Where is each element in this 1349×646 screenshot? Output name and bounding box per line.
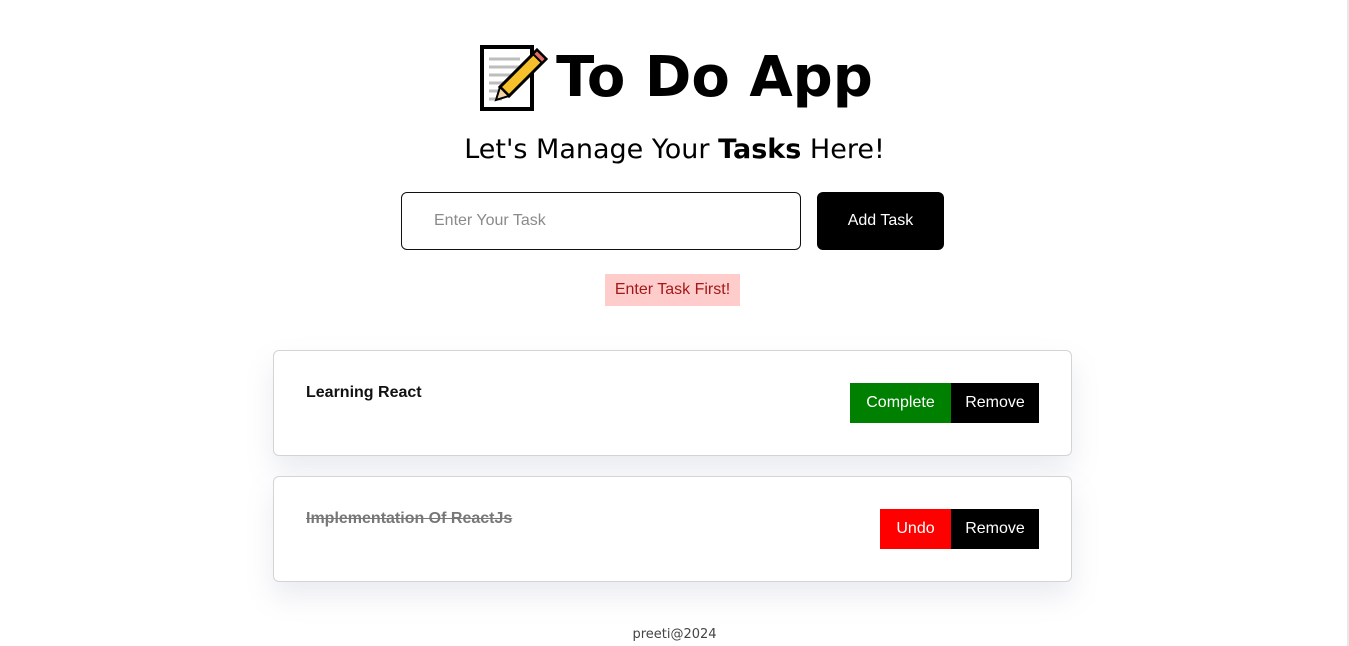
remove-button[interactable]: Remove [951,383,1039,423]
footer-credit: preeti@2024 [632,627,717,642]
task-name: Implementation Of ReactJs [306,510,513,527]
task-name: Learning React [306,384,422,401]
remove-button[interactable]: Remove [951,509,1039,549]
subtitle-prefix: Let's Manage Your [464,134,719,165]
error-message: Enter Task First! [605,274,740,306]
subtitle-suffix: Here! [801,134,885,165]
task-actions: Complete Remove [850,383,1039,423]
task-input[interactable] [401,192,801,250]
memo-pencil-icon [476,42,549,114]
app-header: To Do App [0,38,1349,118]
task-card: Implementation Of ReactJs Undo Remove [273,476,1072,582]
subtitle-bold: Tasks [718,134,802,165]
complete-button[interactable]: Complete [850,383,951,423]
todo-page: To Do App Let's Manage Your Tasks Here! … [0,0,1349,646]
task-actions: Undo Remove [880,509,1039,549]
page-subtitle: Let's Manage Your Tasks Here! [0,130,1349,170]
add-task-button[interactable]: Add Task [817,192,944,250]
undo-button[interactable]: Undo [880,509,951,549]
task-card: Learning React Complete Remove [273,350,1072,456]
app-title: To Do App [556,45,873,110]
